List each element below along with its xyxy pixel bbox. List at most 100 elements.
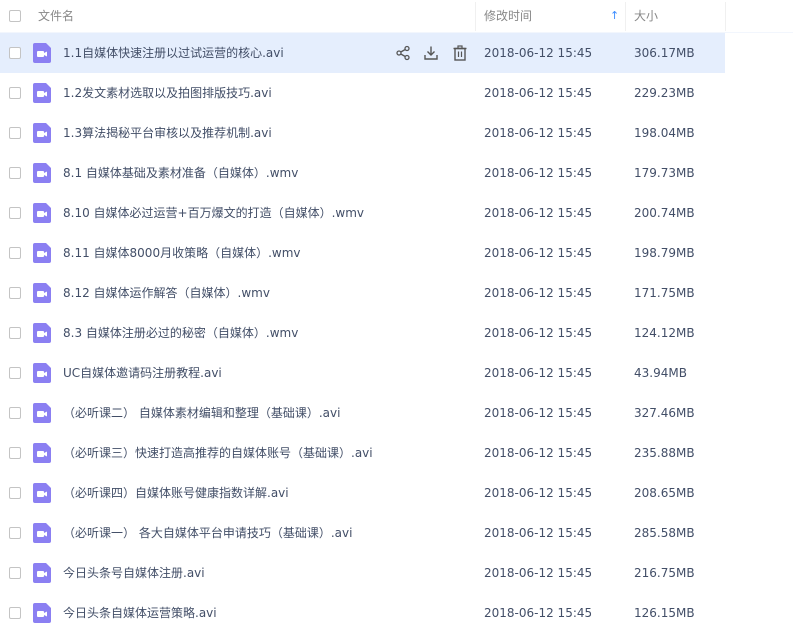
file-name[interactable]: 今日头条自媒体运营策略.avi bbox=[63, 593, 217, 633]
column-header-size[interactable]: 大小 bbox=[634, 0, 658, 33]
file-row[interactable]: 8.11 自媒体8000月收策略（自媒体）.wmv 2018-06-12 15:4… bbox=[0, 233, 793, 273]
file-row[interactable]: 8.10 自媒体必过运营+百万爆文的打造（自媒体）.wmv 2018-06-12 … bbox=[0, 193, 793, 233]
file-size: 285.58MB bbox=[634, 526, 695, 540]
row-checkbox[interactable] bbox=[9, 167, 21, 179]
row-checkbox[interactable] bbox=[9, 287, 21, 299]
file-name[interactable]: （必听课三）快速打造高推荐的自媒体账号（基础课）.avi bbox=[63, 433, 373, 473]
file-row[interactable]: 8.12 自媒体运作解答（自媒体）.wmv 2018-06-12 15:45 171… bbox=[0, 273, 793, 313]
file-row[interactable]: 今日头条自媒体运营策略.avi 2018-06-12 15:45 126.15MB bbox=[0, 593, 793, 633]
file-modified-time: 2018-06-12 15:45 bbox=[484, 366, 593, 380]
row-checkbox[interactable] bbox=[9, 207, 21, 219]
video-file-icon[interactable] bbox=[33, 323, 51, 343]
video-file-icon[interactable] bbox=[33, 403, 51, 423]
file-size: 126.15MB bbox=[634, 606, 695, 620]
file-row[interactable]: （必听课四）自媒体账号健康指数详解.avi 2018-06-12 15:45 208… bbox=[0, 473, 793, 513]
share-icon[interactable] bbox=[395, 45, 411, 61]
column-divider[interactable] bbox=[625, 2, 626, 31]
row-checkbox[interactable] bbox=[9, 447, 21, 459]
video-file-icon[interactable] bbox=[33, 83, 51, 103]
file-name[interactable]: （必听课二） 自媒体素材编辑和整理（基础课）.avi bbox=[63, 393, 340, 433]
file-modified-time: 2018-06-12 15:45 bbox=[484, 606, 593, 620]
file-name[interactable]: UC自媒体邀请码注册教程.avi bbox=[63, 353, 222, 393]
file-row[interactable]: 8.1 自媒体基础及素材准备（自媒体）.wmv 2018-06-12 15:45 1… bbox=[0, 153, 793, 193]
file-name[interactable]: 8.3 自媒体注册必过的秘密（自媒体）.wmv bbox=[63, 313, 298, 353]
file-size: 229.23MB bbox=[634, 86, 695, 100]
file-row[interactable]: （必听课二） 自媒体素材编辑和整理（基础课）.avi 2018-06-12 15:… bbox=[0, 393, 793, 433]
file-modified-time: 2018-06-12 15:45 bbox=[484, 246, 593, 260]
file-row[interactable]: 1.2发文素材选取以及拍图排版技巧.avi 2018-06-12 15:45 229… bbox=[0, 73, 793, 113]
row-checkbox[interactable] bbox=[9, 127, 21, 139]
video-file-icon[interactable] bbox=[33, 443, 51, 463]
file-size: 235.88MB bbox=[634, 446, 695, 460]
sort-ascending-icon[interactable]: ↑ bbox=[610, 10, 619, 22]
row-checkbox[interactable] bbox=[9, 367, 21, 379]
file-size: 208.65MB bbox=[634, 486, 695, 500]
download-icon[interactable] bbox=[423, 45, 439, 61]
file-size: 200.74MB bbox=[634, 206, 695, 220]
file-size: 179.73MB bbox=[634, 166, 695, 180]
file-name[interactable]: 1.1自媒体快速注册以过试运营的核心.avi bbox=[63, 33, 284, 73]
file-modified-time: 2018-06-12 15:45 bbox=[484, 86, 593, 100]
file-modified-time: 2018-06-12 15:45 bbox=[484, 326, 593, 340]
file-row[interactable]: 今日头条号自媒体注册.avi 2018-06-12 15:45 216.75MB bbox=[0, 553, 793, 593]
file-name[interactable]: 1.3算法揭秘平台审核以及推荐机制.avi bbox=[63, 113, 272, 153]
file-size: 198.79MB bbox=[634, 246, 695, 260]
file-name[interactable]: 8.1 自媒体基础及素材准备（自媒体）.wmv bbox=[63, 153, 298, 193]
row-checkbox[interactable] bbox=[9, 607, 21, 619]
file-size: 171.75MB bbox=[634, 286, 695, 300]
file-size: 216.75MB bbox=[634, 566, 695, 580]
file-modified-time: 2018-06-12 15:45 bbox=[484, 206, 593, 220]
video-file-icon[interactable] bbox=[33, 43, 51, 63]
file-modified-time: 2018-06-12 15:45 bbox=[484, 446, 593, 460]
column-header-name[interactable]: 文件名 bbox=[38, 0, 74, 33]
column-header-modified[interactable]: 修改时间 bbox=[484, 0, 532, 33]
column-divider[interactable] bbox=[725, 2, 726, 31]
row-checkbox[interactable] bbox=[9, 87, 21, 99]
file-modified-time: 2018-06-12 15:45 bbox=[484, 566, 593, 580]
file-size: 198.04MB bbox=[634, 126, 695, 140]
video-file-icon[interactable] bbox=[33, 283, 51, 303]
file-name[interactable]: 8.11 自媒体8000月收策略（自媒体）.wmv bbox=[63, 233, 301, 273]
video-file-icon[interactable] bbox=[33, 243, 51, 263]
file-row[interactable]: 1.1自媒体快速注册以过试运营的核心.avi 2018-06-12 15:45 30… bbox=[0, 33, 725, 73]
file-name[interactable]: 今日头条号自媒体注册.avi bbox=[63, 553, 205, 593]
file-modified-time: 2018-06-12 15:45 bbox=[484, 286, 593, 300]
file-size: 124.12MB bbox=[634, 326, 695, 340]
file-row[interactable]: （必听课一） 各大自媒体平台申请技巧（基础课）.avi 2018-06-12 15… bbox=[0, 513, 793, 553]
file-list-header: 文件名 修改时间 ↑ 大小 bbox=[0, 0, 793, 33]
row-checkbox[interactable] bbox=[9, 527, 21, 539]
file-modified-time: 2018-06-12 15:45 bbox=[484, 526, 593, 540]
file-row[interactable]: 8.3 自媒体注册必过的秘密（自媒体）.wmv 2018-06-12 15:45 1… bbox=[0, 313, 793, 353]
file-modified-time: 2018-06-12 15:45 bbox=[484, 126, 593, 140]
row-checkbox[interactable] bbox=[9, 487, 21, 499]
file-size: 327.46MB bbox=[634, 406, 695, 420]
video-file-icon[interactable] bbox=[33, 163, 51, 183]
row-checkbox[interactable] bbox=[9, 407, 21, 419]
file-name[interactable]: 8.10 自媒体必过运营+百万爆文的打造（自媒体）.wmv bbox=[63, 193, 364, 233]
file-name[interactable]: （必听课一） 各大自媒体平台申请技巧（基础课）.avi bbox=[63, 513, 352, 553]
file-size: 43.94MB bbox=[634, 366, 687, 380]
file-size: 306.17MB bbox=[634, 46, 695, 60]
video-file-icon[interactable] bbox=[33, 563, 51, 583]
file-modified-time: 2018-06-12 15:45 bbox=[484, 406, 593, 420]
file-name[interactable]: 1.2发文素材选取以及拍图排版技巧.avi bbox=[63, 73, 272, 113]
select-all-checkbox[interactable] bbox=[9, 10, 21, 22]
file-name[interactable]: 8.12 自媒体运作解答（自媒体）.wmv bbox=[63, 273, 270, 313]
video-file-icon[interactable] bbox=[33, 203, 51, 223]
file-name[interactable]: （必听课四）自媒体账号健康指数详解.avi bbox=[63, 473, 289, 513]
file-row[interactable]: UC自媒体邀请码注册教程.avi 2018-06-12 15:45 43.94MB bbox=[0, 353, 793, 393]
file-row[interactable]: （必听课三）快速打造高推荐的自媒体账号（基础课）.avi 2018-06-12 1… bbox=[0, 433, 793, 473]
video-file-icon[interactable] bbox=[33, 603, 51, 623]
video-file-icon[interactable] bbox=[33, 523, 51, 543]
file-modified-time: 2018-06-12 15:45 bbox=[484, 486, 593, 500]
row-checkbox[interactable] bbox=[9, 47, 21, 59]
row-checkbox[interactable] bbox=[9, 567, 21, 579]
video-file-icon[interactable] bbox=[33, 483, 51, 503]
file-row[interactable]: 1.3算法揭秘平台审核以及推荐机制.avi 2018-06-12 15:45 198… bbox=[0, 113, 793, 153]
video-file-icon[interactable] bbox=[33, 363, 51, 383]
row-checkbox[interactable] bbox=[9, 327, 21, 339]
video-file-icon[interactable] bbox=[33, 123, 51, 143]
delete-icon[interactable] bbox=[452, 45, 468, 61]
row-checkbox[interactable] bbox=[9, 247, 21, 259]
column-divider[interactable] bbox=[475, 2, 476, 31]
